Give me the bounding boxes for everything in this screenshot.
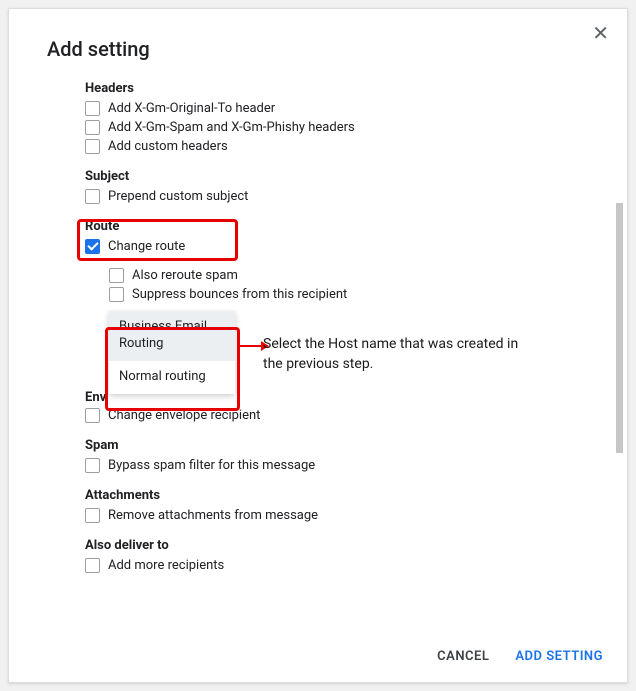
section-headers-label: Headers bbox=[85, 81, 599, 96]
checkbox-row-bypass-spam[interactable]: Bypass spam filter for this message bbox=[85, 457, 599, 474]
checkbox-x-gm-original[interactable] bbox=[85, 101, 100, 116]
checkbox-bypass-spam[interactable] bbox=[85, 458, 100, 473]
label-remove-attachments: Remove attachments from message bbox=[108, 508, 318, 523]
checkbox-remove-attachments[interactable] bbox=[85, 508, 100, 523]
checkbox-change-envelope[interactable] bbox=[85, 408, 100, 423]
dialog-footer: CANCEL ADD SETTING bbox=[437, 649, 603, 664]
cancel-button[interactable]: CANCEL bbox=[437, 649, 489, 664]
checkbox-x-gm-spam[interactable] bbox=[85, 120, 100, 135]
label-x-gm-spam: Add X-Gm-Spam and X-Gm-Phishy headers bbox=[108, 120, 355, 135]
checkbox-row-x-gm-spam[interactable]: Add X-Gm-Spam and X-Gm-Phishy headers bbox=[85, 119, 599, 136]
checkbox-row-x-gm-original[interactable]: Add X-Gm-Original-To header bbox=[85, 100, 599, 117]
add-setting-dialog: ✕ Add setting Headers Add X-Gm-Original-… bbox=[8, 8, 628, 683]
section-subject-label: Subject bbox=[85, 169, 599, 184]
label-x-gm-original: Add X-Gm-Original-To header bbox=[108, 101, 275, 116]
add-setting-button[interactable]: ADD SETTING bbox=[515, 649, 603, 664]
label-prepend-subject: Prepend custom subject bbox=[108, 189, 248, 204]
checkbox-row-prepend-subject[interactable]: Prepend custom subject bbox=[85, 188, 599, 205]
label-add-recipients: Add more recipients bbox=[108, 558, 224, 573]
checkbox-add-recipients[interactable] bbox=[85, 558, 100, 573]
label-bypass-spam: Bypass spam filter for this message bbox=[108, 458, 315, 473]
close-icon[interactable]: ✕ bbox=[592, 23, 609, 43]
checkbox-row-reroute-spam[interactable]: Also reroute spam bbox=[109, 267, 599, 284]
checkbox-prepend-subject[interactable] bbox=[85, 189, 100, 204]
annotation-text: Select the Host name that was created in… bbox=[263, 335, 523, 374]
route-dropdown[interactable]: Business Email Routing Normal routing bbox=[109, 311, 235, 394]
label-custom-headers: Add custom headers bbox=[108, 139, 228, 154]
checkbox-row-custom-headers[interactable]: Add custom headers bbox=[85, 138, 599, 155]
label-change-envelope: Change envelope recipient bbox=[108, 408, 260, 423]
checkbox-custom-headers[interactable] bbox=[85, 139, 100, 154]
section-spam-label: Spam bbox=[85, 438, 599, 453]
checkbox-row-remove-attachments[interactable]: Remove attachments from message bbox=[85, 507, 599, 524]
section-attachments-label: Attachments bbox=[85, 488, 599, 503]
dialog-title: Add setting bbox=[47, 37, 599, 61]
section-also-deliver-label: Also deliver to bbox=[85, 538, 599, 553]
checkbox-row-suppress-bounces[interactable]: Suppress bounces from this recipient bbox=[109, 286, 599, 303]
checkbox-reroute-spam[interactable] bbox=[109, 268, 124, 283]
scrollbar-thumb[interactable] bbox=[616, 203, 623, 453]
checkbox-row-add-recipients[interactable]: Add more recipients bbox=[85, 557, 599, 574]
checkbox-change-route[interactable] bbox=[85, 239, 100, 254]
checkbox-row-change-route[interactable]: Change route bbox=[85, 238, 599, 255]
checkbox-suppress-bounces[interactable] bbox=[109, 287, 124, 302]
dialog-content: Headers Add X-Gm-Original-To header Add … bbox=[85, 81, 599, 574]
dropdown-option-business-email[interactable]: Business Email Routing bbox=[109, 311, 235, 361]
section-route-label: Route bbox=[85, 219, 599, 234]
section-envelope-label: Env bbox=[85, 390, 599, 405]
checkbox-row-change-envelope[interactable]: Change envelope recipient bbox=[85, 407, 599, 424]
label-reroute-spam: Also reroute spam bbox=[132, 268, 238, 283]
label-suppress-bounces: Suppress bounces from this recipient bbox=[132, 287, 347, 302]
label-change-route: Change route bbox=[108, 239, 185, 254]
